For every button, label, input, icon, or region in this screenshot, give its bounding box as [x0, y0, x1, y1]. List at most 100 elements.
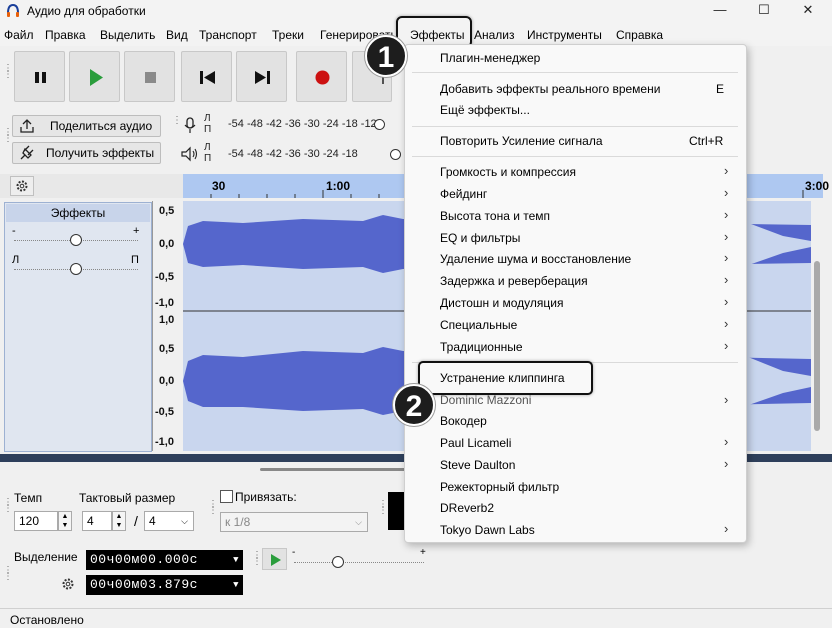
time-toolbar-grip[interactable]: ⋮ ⋮ [378, 500, 388, 516]
menu-item-traditional[interactable]: Традиционные [440, 340, 523, 354]
maximize-button[interactable]: ☐ [742, 0, 786, 22]
time-sig-numerator-input[interactable]: 4 [82, 511, 112, 531]
selection-grip[interactable]: ⋮ ⋮ [3, 566, 13, 582]
audacity-logo-icon [7, 3, 19, 17]
menu-item-dominic-mazzoni[interactable]: Dominic Mazzoni [440, 393, 531, 407]
snap-toolbar-grip[interactable]: ⋮ ⋮ [208, 500, 218, 516]
selection-toolbar-grip[interactable]: ⋮ ⋮ [3, 498, 13, 514]
menu-help[interactable]: Справка [616, 28, 663, 42]
menu-item-noise-removal[interactable]: Удаление шума и восстановление [440, 252, 631, 266]
step-1-badge: 1 [365, 35, 407, 77]
menu-edit[interactable]: Правка [45, 28, 86, 42]
pan-right-label: П [131, 254, 139, 266]
menu-view[interactable]: Вид [166, 28, 188, 42]
menu-analyze[interactable]: Анализ [474, 28, 515, 42]
time-display[interactable] [388, 492, 404, 530]
play-button[interactable] [69, 51, 120, 102]
menu-item-eq-filters[interactable]: EQ и фильтры [440, 231, 520, 245]
speed-slider-thumb[interactable] [332, 556, 344, 568]
pan-slider-thumb[interactable] [70, 263, 82, 275]
shortcut-repeat: Ctrl+R [689, 134, 724, 148]
record-meter-scale[interactable]: -54 -48 -42 -36 -30 -24 -18 -12 [228, 118, 377, 130]
menu-file[interactable]: Файл [4, 28, 34, 42]
menu-tools[interactable]: Инструменты [527, 28, 602, 42]
play-meter-scale[interactable]: -54 -48 -42 -36 -30 -24 -18 [228, 148, 358, 160]
menu-item-more-effects[interactable]: Ещё эффекты... [440, 103, 530, 117]
menu-item-special[interactable]: Специальные [440, 318, 517, 332]
submenu-arrow-icon: › [724, 316, 729, 331]
play-icon [90, 69, 103, 86]
vertical-scrollbar-thumb[interactable] [814, 261, 820, 431]
play-speed-grip[interactable]: ⋮ ⋮ [252, 551, 262, 567]
play-meter-thumb[interactable] [390, 149, 401, 160]
menu-item-delay-reverb[interactable]: Задержка и реверберация [440, 274, 588, 288]
menu-item-plugin-manager[interactable]: Плагин-менеджер [440, 51, 540, 65]
play-at-speed-button[interactable] [262, 548, 287, 570]
menu-item-pitch-tempo[interactable]: Высота тона и темп [440, 209, 550, 223]
menu-transport[interactable]: Транспорт [199, 28, 257, 42]
minimize-button[interactable]: — [698, 0, 742, 22]
time-sig-denominator-select[interactable]: 4 ⌵ [144, 511, 194, 531]
record-meter-thumb[interactable] [374, 119, 385, 130]
shortcut-add-realtime: E [716, 82, 725, 96]
stop-button[interactable] [124, 51, 175, 102]
amp-bot-3: -0,5 [155, 406, 174, 418]
menu-item-tokyo-dawn-labs[interactable]: Tokyo Dawn Labs [440, 523, 535, 537]
menu-item-notch-filter[interactable]: Режекторный фильтр [440, 480, 559, 494]
vertical-scrollbar[interactable] [811, 201, 823, 451]
menu-item-vocoder[interactable]: Вокодер [440, 414, 487, 428]
share-audio-label: Поделиться аудио [50, 119, 153, 133]
status-text: Остановлено [10, 613, 84, 627]
gain-slider-thumb[interactable] [70, 234, 82, 246]
menu-item-volume-compression[interactable]: Громкость и компрессия [440, 165, 576, 179]
menu-item-distortion-modulation[interactable]: Дистошн и модуляция [440, 296, 563, 310]
meter-grip[interactable]: ⋮ [172, 116, 182, 126]
submenu-arrow-icon: › [724, 434, 729, 449]
close-button[interactable]: ✕ [786, 0, 830, 22]
dropdown-arrow-icon: ▼ [233, 580, 239, 590]
snap-select[interactable]: к 1/8 ⌵ [220, 512, 368, 532]
selection-settings-button[interactable] [58, 575, 78, 593]
toolbar-grip[interactable]: ⋮ ⋮ [3, 128, 13, 144]
gear-icon [62, 578, 74, 590]
submenu-arrow-icon: › [724, 392, 729, 407]
share-audio-button[interactable]: Поделиться аудио [12, 115, 161, 137]
get-effects-button[interactable]: Получить эффекты [12, 142, 161, 164]
menu-item-repeat-amplify[interactable]: Повторить Усиление сигнала [440, 134, 603, 148]
menu-separator [412, 126, 738, 127]
menu-separator [412, 156, 738, 157]
pause-button[interactable] [14, 51, 65, 102]
selection-start-time[interactable]: 00ч00м00.000с ▼ [86, 550, 243, 570]
submenu-arrow-icon: › [724, 338, 729, 353]
selection-end-time[interactable]: 00ч00м03.879с ▼ [86, 575, 243, 595]
tempo-spinner[interactable]: ▲ ▼ [58, 511, 72, 531]
skip-end-icon [255, 71, 270, 84]
time-sig-spinner[interactable]: ▲ ▼ [112, 511, 126, 531]
menu-item-steve-daulton[interactable]: Steve Daulton [440, 458, 515, 472]
record-button[interactable] [296, 51, 347, 102]
snap-checkbox[interactable] [220, 490, 233, 503]
menu-item-dreverb2[interactable]: DReverb2 [440, 501, 494, 515]
menu-select[interactable]: Выделить [100, 28, 155, 42]
toolbar-grip[interactable]: ⋮ ⋮ [3, 64, 13, 80]
menu-item-add-realtime-effects[interactable]: Добавить эффекты реального времени [440, 82, 660, 96]
menu-item-clip-fix[interactable]: Устранение клиппинга [440, 371, 565, 385]
step-2-badge: 2 [393, 384, 435, 426]
speaker-icon[interactable] [180, 146, 200, 162]
speed-slider-track[interactable] [294, 562, 424, 563]
share-icon [20, 119, 34, 133]
skip-end-button[interactable] [236, 51, 287, 102]
pause-icon [35, 72, 46, 83]
track-name-button[interactable]: Эффекты [6, 204, 150, 222]
skip-start-button[interactable] [181, 51, 232, 102]
menu-item-fading[interactable]: Фейдинг [440, 187, 487, 201]
gear-icon [16, 180, 28, 192]
menu-separator [412, 72, 738, 73]
submenu-arrow-icon: › [724, 521, 729, 536]
menu-tracks[interactable]: Треки [272, 28, 304, 42]
menu-item-paul-licameli[interactable]: Paul Licameli [440, 436, 511, 450]
microphone-icon[interactable] [182, 116, 198, 136]
submenu-arrow-icon: › [724, 250, 729, 265]
track-settings-button[interactable] [10, 176, 34, 196]
tempo-input[interactable]: 120 [14, 511, 58, 531]
